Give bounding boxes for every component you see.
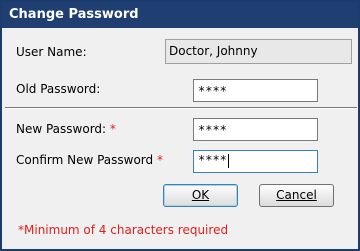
new-password-input[interactable] (193, 118, 318, 141)
password-requirement-note: *Minimum of 4 characters required (18, 223, 229, 237)
dialog-title: Change Password (9, 7, 139, 22)
old-password-input[interactable] (193, 79, 318, 102)
confirm-password-input[interactable]: **** (193, 150, 318, 173)
text-caret (227, 153, 229, 168)
change-password-dialog: Change Password User Name: Doctor, Johnn… (0, 0, 360, 251)
confirm-password-label-text: Confirm New Password (16, 153, 154, 167)
separator (5, 107, 357, 109)
new-password-label-text: New Password: (16, 122, 107, 136)
confirm-password-value: **** (198, 153, 227, 167)
user-name-field: Doctor, Johnny (165, 39, 352, 64)
cancel-button-label: Cancel (276, 188, 317, 202)
cancel-button[interactable]: Cancel (259, 184, 334, 207)
old-password-label: Old Password: (16, 82, 101, 96)
title-bar: Change Password (2, 2, 358, 28)
new-password-label: New Password: * (16, 122, 116, 136)
user-name-label: User Name: (16, 45, 87, 59)
confirm-password-label: Confirm New Password * (16, 153, 163, 167)
ok-button-label: OK (191, 188, 210, 202)
confirm-password-required-mark: * (156, 153, 163, 167)
ok-button[interactable]: OK (163, 184, 238, 207)
new-password-required-mark: * (109, 122, 116, 136)
